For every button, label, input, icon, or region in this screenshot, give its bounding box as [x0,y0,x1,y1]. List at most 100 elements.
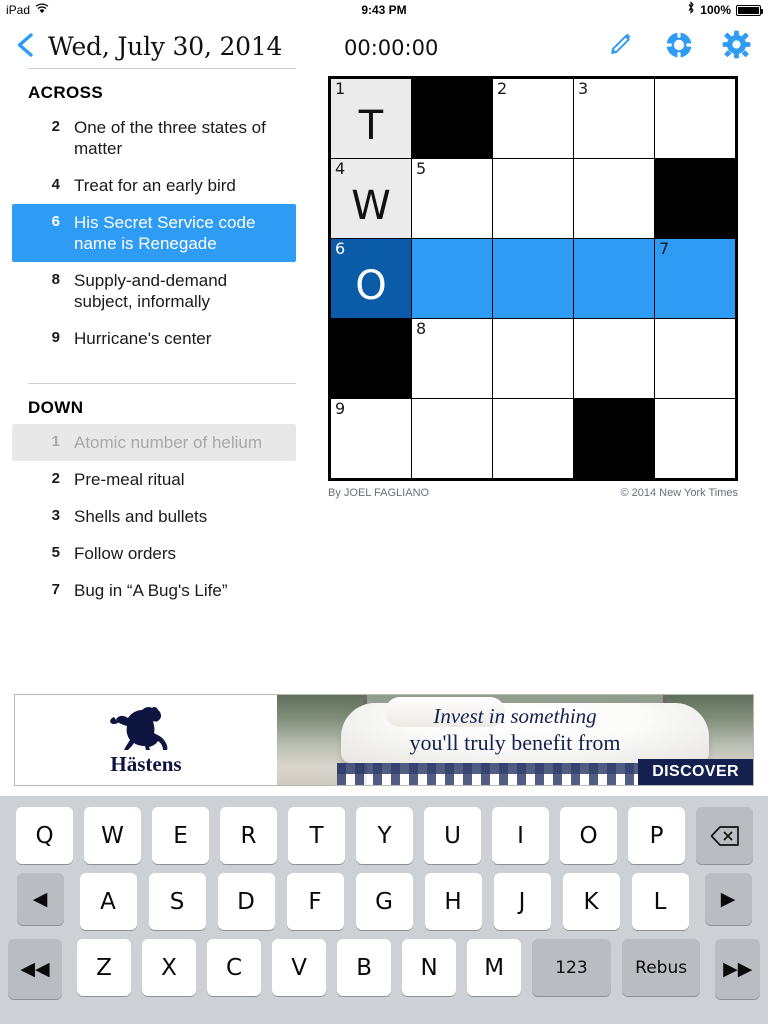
puzzle-timer[interactable]: 00:00:00 [344,36,438,60]
key-E[interactable]: E [152,807,209,864]
numbers-key[interactable]: 123 [532,939,611,996]
key-B[interactable]: B [337,939,392,996]
key-A[interactable]: A [79,873,137,930]
status-bar-right: 100% [687,0,763,20]
grid-cell-r1c5[interactable] [655,79,735,158]
down-clue-list[interactable]: 1 Atomic number of helium 2 Pre-meal ritual… [0,424,312,609]
key-F[interactable]: F [286,873,344,930]
horse-logo-icon [110,706,168,750]
grid-cell-r3c5[interactable]: 7 [655,239,735,318]
grid-cell-r4c5[interactable] [655,319,735,398]
next-letter-key[interactable]: ▶ [704,873,752,925]
battery-full-icon [736,4,763,16]
key-P[interactable]: P [628,807,685,864]
key-R[interactable]: R [220,807,277,864]
key-T[interactable]: T [288,807,345,864]
cell-number: 2 [497,79,508,98]
key-J[interactable]: J [493,873,551,930]
grid-cell-r4c2[interactable]: 8 [412,319,492,398]
bluetooth-icon [687,0,695,20]
grid-cell-r1c3[interactable]: 2 [493,79,573,158]
key-U[interactable]: U [424,807,481,864]
double-triangle-left-icon: ◀◀ [20,957,50,980]
grid-cell-r2c1[interactable]: 4W [331,159,411,238]
double-triangle-right-icon: ▶▶ [723,957,753,980]
cell-letter: W [351,182,391,229]
grid-cell-r5c1[interactable]: 9 [331,399,411,478]
key-Q[interactable]: Q [16,807,73,864]
keyboard-row-1[interactable]: QWERTYUIOP [0,807,768,864]
life-preserver-icon[interactable] [664,30,694,60]
clue-item-across-2[interactable]: 2 One of the three states of matter [12,109,296,167]
key-O[interactable]: O [560,807,617,864]
back-button[interactable] [14,32,36,57]
backspace-icon [710,825,739,846]
advertisement-banner[interactable]: Hästens Invest in something you'll truly… [14,694,754,786]
clue-item-down-5[interactable]: 5 Follow orders [12,535,296,572]
key-X[interactable]: X [142,939,197,996]
grid-cell-r5c3[interactable] [493,399,573,478]
clue-panel[interactable]: ACROSS 2 One of the three states of matte… [0,68,312,628]
grid-cell-r5c2[interactable] [412,399,492,478]
prev-word-key[interactable]: ◀◀ [8,939,63,999]
keyboard-row-3[interactable]: ◀◀ Z X C V B N M 123 Rebus ▶▶ [0,939,768,999]
key-C[interactable]: C [207,939,262,996]
cell-letter: T [358,102,384,149]
key-N[interactable]: N [402,939,457,996]
grid-cell-r2c3[interactable] [493,159,573,238]
clue-item-down-1[interactable]: 1 Atomic number of helium [12,424,296,461]
next-word-key[interactable]: ▶▶ [715,939,760,999]
puzzle-date-title: Wed, July 30, 2014 [48,32,283,61]
clue-item-across-6[interactable]: 6 His Secret Service code name is Renegad… [12,204,296,262]
across-heading: ACROSS [28,83,104,102]
key-L[interactable]: L [631,873,689,930]
clue-item-down-7[interactable]: 7 Bug in “A Bug's Life” [12,572,296,609]
key-M[interactable]: M [467,939,522,996]
grid-cell-r3c1[interactable]: 6O [331,239,411,318]
gear-icon[interactable] [722,30,752,60]
key-W[interactable]: W [84,807,141,864]
grid-cell-r3c4[interactable] [574,239,654,318]
key-K[interactable]: K [562,873,620,930]
clue-item-across-8[interactable]: 8 Supply-and-demand subject, informally [12,262,296,320]
grid-cell-r3c2[interactable] [412,239,492,318]
key-Y[interactable]: Y [356,807,413,864]
grid-footer: By JOEL FAGLIANO © 2014 New York Times [328,487,738,499]
grid-cell-r4c3[interactable] [493,319,573,398]
clue-text: Shells and bullets [74,507,208,526]
grid-cell-r4c4[interactable] [574,319,654,398]
ad-brand-block: Hästens [15,695,277,785]
app-navigation-bar: Wed, July 30, 2014 00:00:00 [0,20,768,68]
keyboard-row-2[interactable]: ◀ A S D F G H J K L ▶ [0,873,768,930]
backspace-key[interactable] [696,807,753,864]
down-heading: DOWN [28,398,84,417]
pencil-icon[interactable] [606,30,636,60]
ad-discover-button[interactable]: DISCOVER [638,759,753,785]
triangle-right-icon: ▶ [720,887,736,910]
grid-cell-r5c5[interactable] [655,399,735,478]
key-S[interactable]: S [148,873,206,930]
rebus-key[interactable]: Rebus [621,939,701,996]
key-I[interactable]: I [492,807,549,864]
key-H[interactable]: H [424,873,482,930]
grid-cell-r2c2[interactable]: 5 [412,159,492,238]
on-screen-keyboard[interactable]: QWERTYUIOP ◀ A S D F G H J K L ▶ ◀◀ Z X C V B N M 123 Rebus… [0,796,768,1024]
grid-cell-r2c4[interactable] [574,159,654,238]
key-D[interactable]: D [217,873,275,930]
crossword-grid[interactable]: 1T 2 3 4W 5 6O 7 8 9 [328,76,738,481]
crossword-area: 1T 2 3 4W 5 6O 7 8 9 By JOEL FAGLIANO © 2014 New… [328,76,738,499]
clue-item-across-4[interactable]: 4 Treat for an early bird [12,167,296,204]
clue-item-across-9[interactable]: 9 Hurricane's center [12,320,296,357]
key-V[interactable]: V [272,939,327,996]
key-Z[interactable]: Z [77,939,132,996]
clue-item-down-3[interactable]: 3 Shells and bullets [12,498,296,535]
prev-letter-key[interactable]: ◀ [16,873,64,925]
grid-cell-r3c3[interactable] [493,239,573,318]
clue-item-down-2[interactable]: 2 Pre-meal ritual [12,461,296,498]
across-clue-list[interactable]: 2 One of the three states of matter 4 Treat… [0,109,312,357]
clue-number: 6 [51,213,60,230]
key-G[interactable]: G [355,873,413,930]
grid-cell-r1c1[interactable]: 1T [331,79,411,158]
ad-headline-line2: you'll truly benefit from [409,730,621,755]
grid-cell-r1c4[interactable]: 3 [574,79,654,158]
